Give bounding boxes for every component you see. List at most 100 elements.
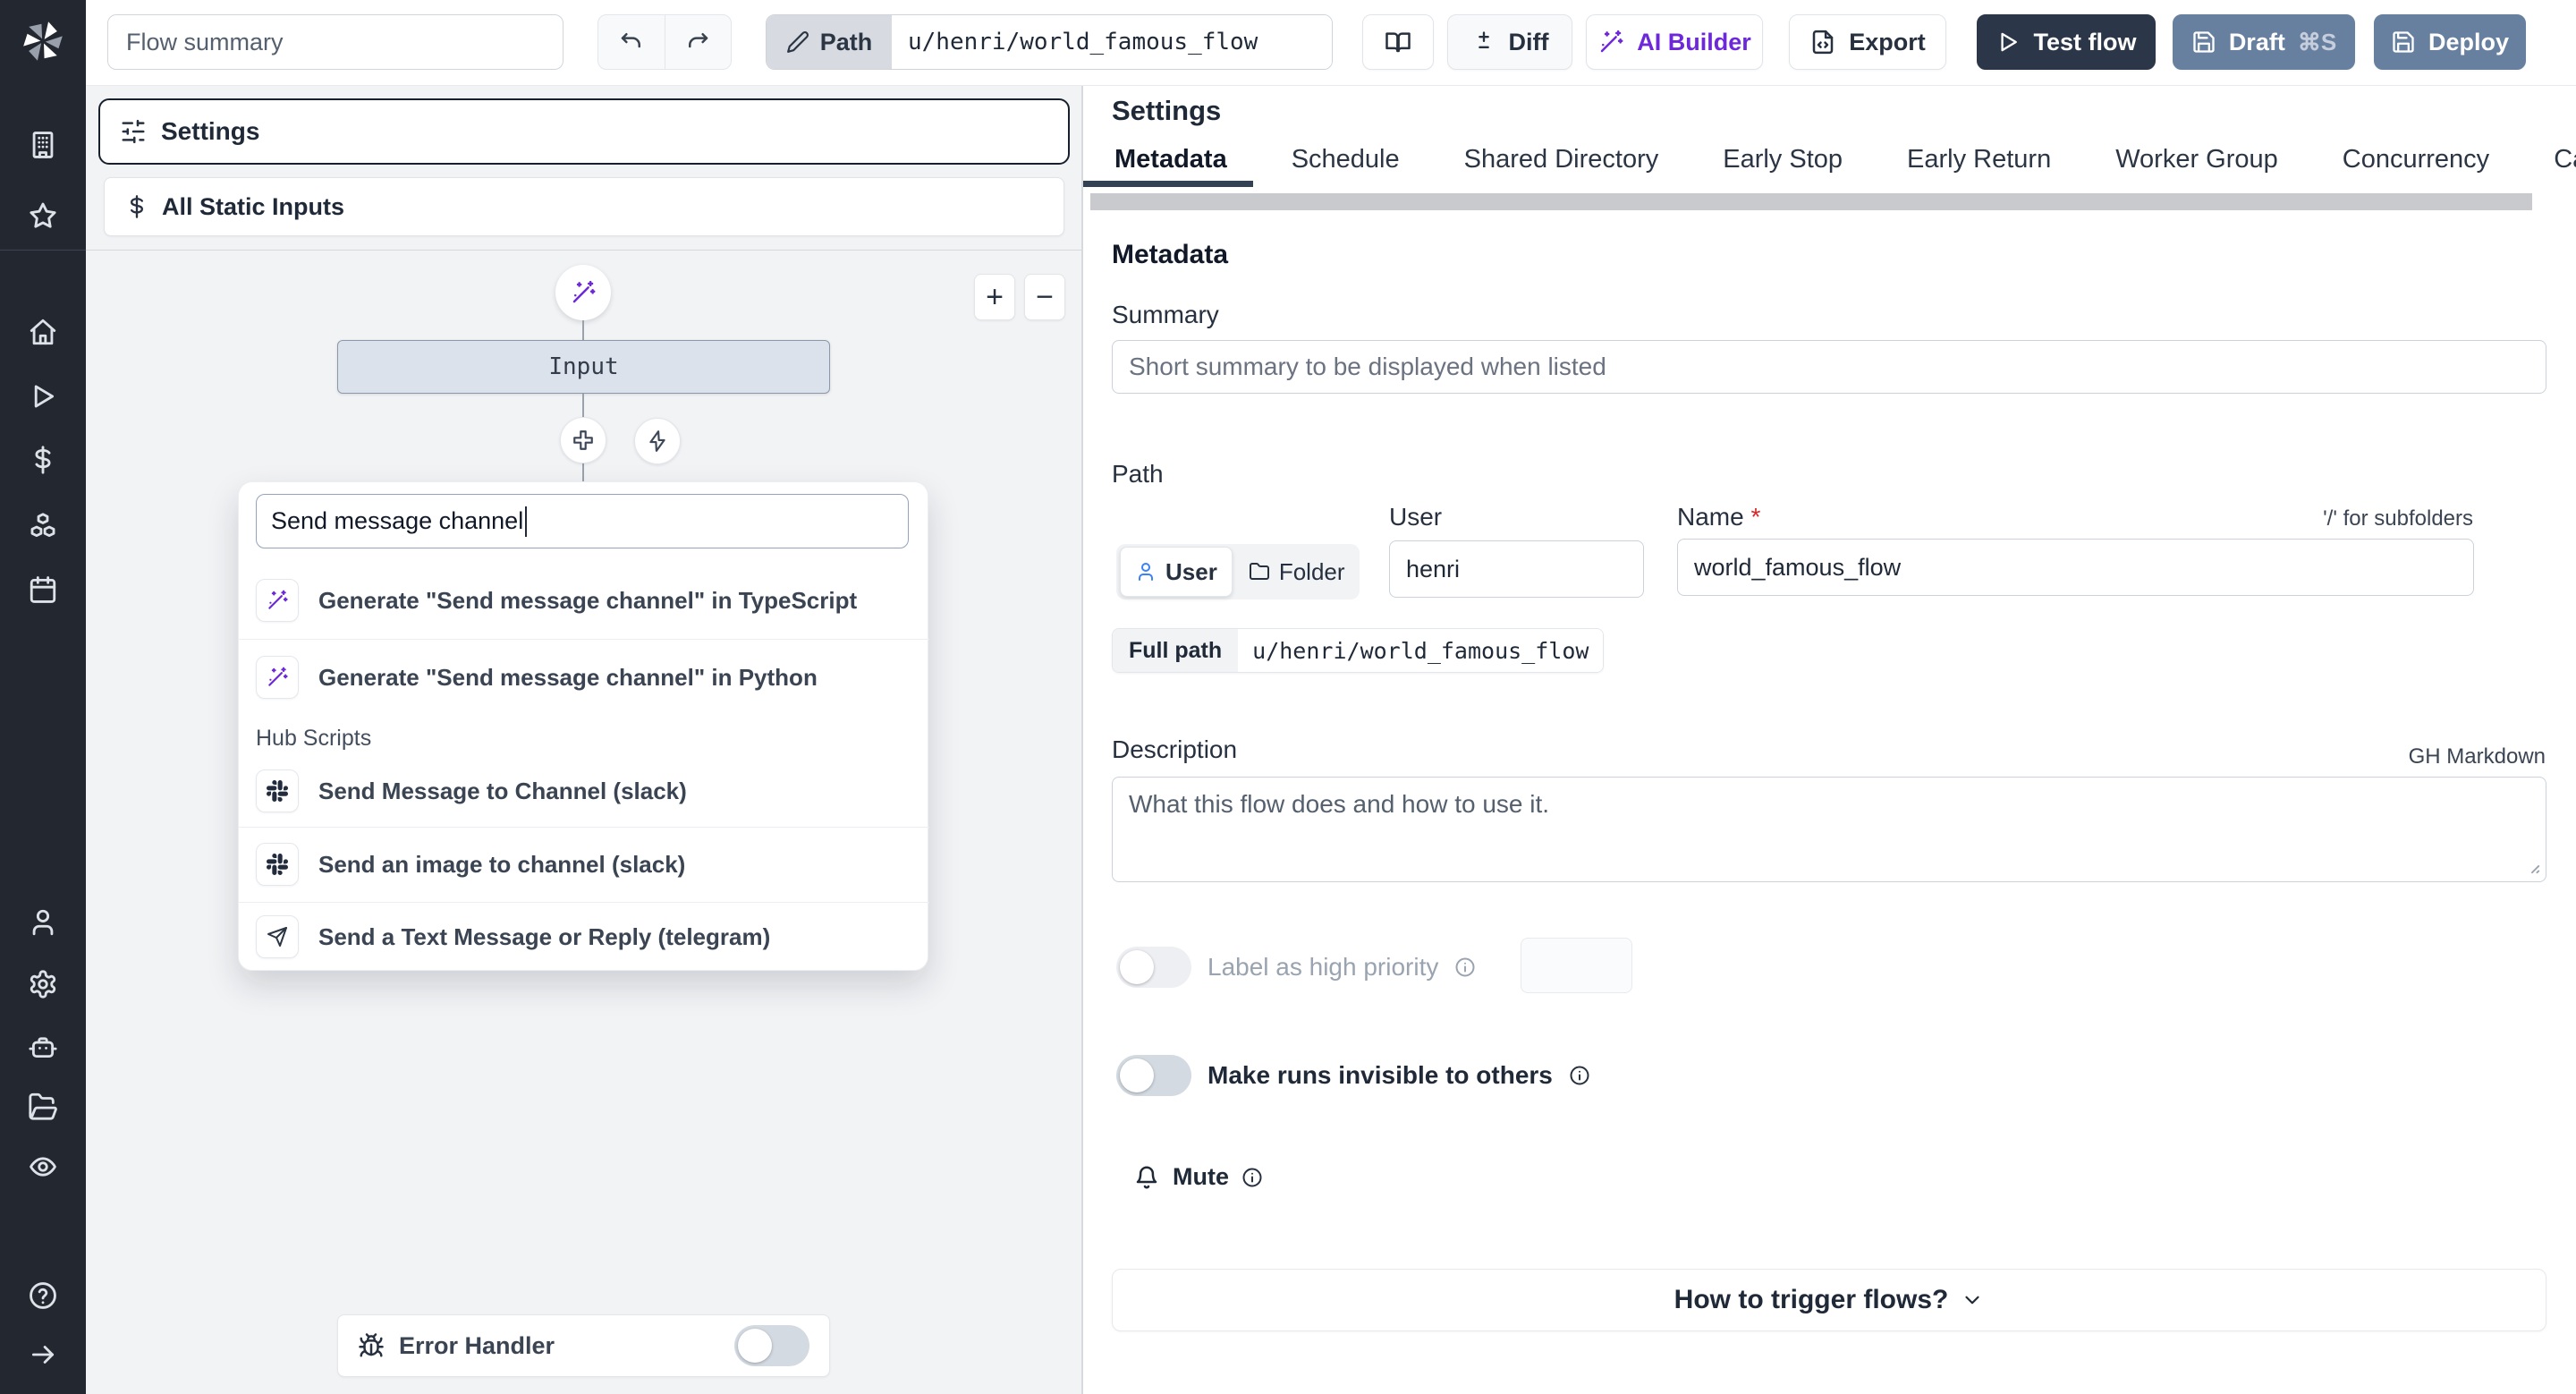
user-icon[interactable] <box>28 907 58 938</box>
path-button-label: Path <box>819 28 873 55</box>
diff-button[interactable]: Diff <box>1447 14 1572 70</box>
wand-sparkles-icon <box>1597 29 1624 55</box>
step-search-input[interactable]: Send message channel <box>256 494 909 548</box>
bell-icon <box>1133 1164 1160 1191</box>
save-icon <box>2191 30 2216 55</box>
info-icon[interactable] <box>1454 956 1476 978</box>
folder-open-icon[interactable] <box>28 1091 58 1121</box>
zoom-in-button[interactable]: + <box>974 274 1015 320</box>
deploy-button[interactable]: Deploy <box>2374 14 2526 70</box>
flow-summary-input[interactable] <box>107 14 564 70</box>
summary-input[interactable] <box>1112 340 2546 394</box>
tab-early-stop[interactable]: Early Stop <box>1723 145 1843 184</box>
generate-python-item[interactable]: Generate "Send message channel" in Pytho… <box>239 640 929 715</box>
panel-divider <box>86 250 1081 251</box>
building-icon[interactable] <box>28 130 58 160</box>
star-icon[interactable] <box>28 200 58 231</box>
export-button[interactable]: Export <box>1789 14 1946 70</box>
hub-script-item[interactable]: Send an image to channel (slack) <box>239 828 929 901</box>
undo-icon <box>618 29 645 55</box>
tab-metadata[interactable]: Metadata <box>1114 145 1227 184</box>
undo-button[interactable] <box>598 15 665 69</box>
gear-icon[interactable] <box>28 969 58 999</box>
owner-folder-option[interactable]: Folder <box>1234 548 1360 596</box>
boxes-icon[interactable] <box>28 511 58 541</box>
error-handler-node[interactable]: Error Handler <box>337 1314 830 1377</box>
wand-sparkles-icon <box>256 579 299 622</box>
tabs-horizontal-scrollbar[interactable] <box>1090 193 2532 210</box>
high-priority-toggle[interactable] <box>1116 947 1191 988</box>
how-to-trigger-expander[interactable]: How to trigger flows? <box>1112 1269 2546 1331</box>
tab-shared-directory[interactable]: Shared Directory <box>1464 145 1659 184</box>
wand-sparkles-icon <box>570 279 597 306</box>
step-picker-dropdown: Send message channel Generate "Send mess… <box>238 481 929 971</box>
docs-button[interactable] <box>1362 14 1434 70</box>
path-button[interactable]: Path <box>767 15 892 69</box>
arrow-right-icon[interactable] <box>28 1339 58 1370</box>
generate-typescript-item[interactable]: Generate "Send message channel" in TypeS… <box>239 563 929 638</box>
all-static-inputs-node[interactable]: All Static Inputs <box>104 177 1064 236</box>
windmill-logo[interactable] <box>18 16 68 66</box>
user-icon <box>1135 561 1157 582</box>
ai-builder-button[interactable]: AI Builder <box>1586 14 1763 70</box>
active-tab-underline <box>1083 181 1253 187</box>
info-icon[interactable] <box>1241 1167 1263 1188</box>
hub-script-item[interactable]: Send a Text Message or Reply (telegram) <box>239 903 929 971</box>
required-marker: * <box>1750 503 1761 531</box>
user-field-label: User <box>1389 503 1443 531</box>
play-icon[interactable] <box>28 381 58 412</box>
priority-value-input[interactable] <box>1521 938 1632 993</box>
markdown-hint: GH Markdown <box>2408 744 2546 769</box>
zoom-out-button[interactable]: − <box>1024 274 1065 320</box>
settings-tabs: Metadata Schedule Shared Directory Early… <box>1114 145 2576 184</box>
settings-panel: Settings Metadata Schedule Shared Direct… <box>1082 86 2576 1394</box>
invisible-runs-toggle[interactable] <box>1116 1055 1191 1096</box>
draft-label: Draft <box>2228 28 2285 55</box>
name-input[interactable] <box>1677 539 2474 596</box>
user-input[interactable] <box>1389 540 1644 598</box>
tab-worker-group[interactable]: Worker Group <box>2115 145 2278 184</box>
description-textarea[interactable] <box>1112 777 2546 882</box>
bot-icon[interactable] <box>28 1032 58 1062</box>
high-priority-label: Label as high priority <box>1208 953 1439 981</box>
tab-schedule[interactable]: Schedule <box>1292 145 1400 184</box>
metadata-heading: Metadata <box>1112 240 1229 269</box>
draft-button[interactable]: Draft ⌘S <box>2173 14 2355 70</box>
topbar: Path u/henri/world_famous_flow Diff AI B… <box>86 0 2576 86</box>
hub-script-item[interactable]: Send Message to Channel (slack) <box>239 756 929 826</box>
toggle-knob <box>738 1329 772 1363</box>
undo-redo-group <box>597 14 732 70</box>
owner-user-option[interactable]: User <box>1120 547 1233 597</box>
dollar-icon[interactable] <box>28 445 58 475</box>
calendar-icon[interactable] <box>28 574 58 605</box>
home-icon[interactable] <box>28 317 58 347</box>
help-icon[interactable] <box>28 1280 58 1311</box>
tab-early-return[interactable]: Early Return <box>1907 145 2051 184</box>
error-handler-toggle[interactable] <box>734 1325 809 1366</box>
sliders-icon <box>120 118 147 145</box>
toggle-knob <box>1120 1058 1154 1092</box>
test-flow-button[interactable]: Test flow <box>1977 14 2156 70</box>
flow-settings-node[interactable]: Settings <box>98 98 1070 165</box>
chevron-down-icon <box>1961 1288 1984 1312</box>
tab-concurrency[interactable]: Concurrency <box>2343 145 2489 184</box>
input-node[interactable]: Input <box>337 340 830 394</box>
sidebar <box>0 0 86 1394</box>
tab-cache[interactable]: Cache <box>2554 145 2576 184</box>
add-step-button[interactable] <box>560 417 606 463</box>
add-trigger-button[interactable] <box>634 418 681 464</box>
ai-flow-builder-node[interactable] <box>555 265 611 320</box>
info-icon[interactable] <box>1569 1065 1590 1086</box>
redo-button[interactable] <box>664 15 732 69</box>
subfolders-hint: '/' for subfolders <box>2323 506 2473 531</box>
lightning-bolt-icon <box>646 429 669 453</box>
error-handler-label: Error Handler <box>399 1331 555 1359</box>
redo-icon <box>684 29 711 55</box>
full-path-label: Full path <box>1113 629 1239 672</box>
path-value[interactable]: u/henri/world_famous_flow <box>892 15 1332 69</box>
path-group: Path u/henri/world_famous_flow <box>766 14 1333 70</box>
full-path-value: u/henri/world_famous_flow <box>1238 629 1604 672</box>
eye-icon[interactable] <box>28 1152 58 1182</box>
play-icon <box>1996 30 2021 55</box>
settings-panel-title: Settings <box>1112 95 1222 126</box>
